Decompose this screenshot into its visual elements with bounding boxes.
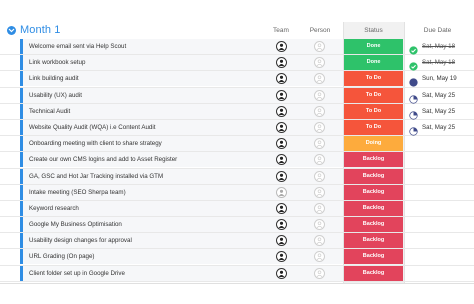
person-placeholder-icon[interactable] — [314, 267, 325, 279]
status-cell[interactable]: To Do — [344, 103, 403, 119]
status-cell[interactable]: Backlog — [344, 265, 403, 281]
status-cell[interactable]: Backlog — [344, 184, 403, 200]
table-row[interactable]: GA, GSC and Hot Jar Tracking installed v… — [0, 168, 474, 185]
due-date-empty-cell[interactable] — [404, 169, 474, 184]
table-row[interactable]: Welcome email sent via Help Scout Done Sat… — [0, 39, 474, 56]
table-row[interactable]: Onboarding meeting with client to share … — [0, 136, 474, 153]
item-name[interactable]: Link workbook setup — [29, 59, 85, 66]
status-cell[interactable]: Backlog — [344, 200, 403, 216]
status-cell[interactable]: To Do — [344, 87, 403, 103]
item-name[interactable]: Technical Audit — [29, 108, 70, 115]
status-cell[interactable]: Backlog — [344, 217, 403, 233]
due-date-empty-cell[interactable] — [404, 136, 474, 151]
column-header-person[interactable]: Person — [306, 27, 334, 34]
table-row[interactable]: Link workbook setup Done Sat, May 18 — [0, 55, 474, 72]
check-circle-icon — [409, 42, 418, 55]
item-name[interactable]: Usability (UX) audit — [29, 92, 82, 99]
team-avatar-icon[interactable] — [276, 89, 287, 101]
item-name[interactable]: Google My Business Optimisation — [29, 221, 122, 228]
group-rows: Welcome email sent via Help Scout Done Sat… — [0, 39, 474, 282]
due-date[interactable]: Sat, May 25 — [422, 92, 455, 99]
item-name[interactable]: Intake meeting (SEO Sherpa team) — [29, 189, 126, 196]
status-cell[interactable]: Backlog — [344, 249, 403, 265]
item-name[interactable]: Usability design changes for approval — [29, 237, 132, 244]
due-date[interactable]: Sat, May 25 — [422, 108, 455, 115]
deadline-progress-partial-icon — [409, 91, 418, 104]
column-header-due-date[interactable]: Due Date — [410, 27, 465, 34]
status-cell[interactable]: Backlog — [344, 168, 403, 184]
deadline-progress-partial-icon — [409, 107, 418, 120]
column-header-status[interactable]: Status — [344, 27, 403, 34]
status-cell[interactable]: Done — [344, 39, 403, 54]
item-name[interactable]: Website Quality Audit (WQA) i.e Content … — [29, 124, 155, 131]
due-date[interactable]: Sat, May 18 — [422, 43, 455, 50]
person-placeholder-icon[interactable] — [314, 170, 325, 182]
team-avatar-icon[interactable] — [276, 41, 287, 52]
due-date-empty-cell[interactable] — [404, 249, 474, 264]
status-cell[interactable]: To Do — [344, 119, 403, 135]
table-row[interactable]: URL Grading (On page) Backlog — [0, 249, 474, 266]
table-row[interactable]: Intake meeting (SEO Sherpa team) Backlog — [0, 184, 474, 201]
team-avatar-icon[interactable] — [276, 121, 287, 133]
table-row[interactable]: Create our own CMS logins and add to Ass… — [0, 152, 474, 169]
table-row[interactable]: Client folder set up in Google Drive Back… — [0, 265, 474, 282]
status-cell[interactable]: Done — [344, 55, 403, 71]
check-circle-icon — [409, 58, 418, 71]
due-date-empty-cell[interactable] — [404, 152, 474, 167]
table-row[interactable]: Keyword research Backlog — [0, 200, 474, 218]
item-name[interactable]: Create our own CMS logins and add to Ass… — [29, 156, 177, 163]
person-placeholder-icon[interactable] — [314, 219, 325, 231]
item-name[interactable]: Welcome email sent via Help Scout — [29, 43, 126, 50]
item-name[interactable]: Client folder set up in Google Drive — [29, 270, 125, 277]
team-avatar-icon[interactable] — [276, 186, 287, 198]
person-placeholder-icon[interactable] — [314, 105, 325, 117]
status-cell[interactable]: Backlog — [344, 233, 403, 249]
due-date-empty-cell[interactable] — [404, 217, 474, 232]
table-row[interactable]: Technical Audit To Do Sat, May 25 — [0, 103, 474, 120]
due-date[interactable]: Sat, May 25 — [422, 124, 455, 131]
table-row[interactable]: Google My Business Optimisation Backlog — [0, 217, 474, 234]
item-name[interactable]: GA, GSC and Hot Jar Tracking installed v… — [29, 173, 163, 180]
deadline-progress-full-icon — [409, 74, 418, 88]
chevron-down-icon — [8, 28, 15, 33]
status-cell[interactable]: To Do — [344, 71, 403, 87]
group-title[interactable]: Month 1 — [20, 24, 60, 36]
column-header-team[interactable]: Team — [270, 27, 292, 34]
table-row[interactable]: Usability (UX) audit To Do Sat, May 25 — [0, 87, 474, 104]
person-placeholder-icon[interactable] — [314, 89, 325, 101]
item-name[interactable]: Link building audit — [29, 75, 79, 82]
team-avatar-icon[interactable] — [276, 105, 287, 117]
divider — [0, 283, 474, 284]
person-placeholder-icon[interactable] — [314, 202, 325, 214]
team-avatar-icon[interactable] — [276, 170, 287, 182]
person-placeholder-icon[interactable] — [314, 41, 325, 52]
board: Month 1 Team Person Status Due Date Welc… — [0, 0, 474, 304]
due-date-empty-cell[interactable] — [404, 201, 474, 216]
due-date-empty-cell[interactable] — [404, 233, 474, 248]
team-avatar-icon[interactable] — [276, 267, 287, 279]
team-avatar-icon[interactable] — [276, 219, 287, 231]
deadline-progress-partial-icon — [409, 123, 418, 136]
item-name[interactable]: Keyword research — [29, 205, 79, 212]
table-row[interactable]: Link building audit To Do Sun, May 19 — [0, 71, 474, 88]
row-background — [23, 103, 343, 119]
status-cell[interactable]: Doing — [344, 136, 403, 152]
group-header: Month 1 Team Person Status Due Date — [0, 24, 474, 38]
item-name[interactable]: Onboarding meeting with client to share … — [29, 140, 162, 147]
due-date-empty-cell[interactable] — [404, 185, 474, 200]
item-name[interactable]: URL Grading (On page) — [29, 253, 94, 260]
collapse-group-button[interactable] — [7, 26, 16, 35]
person-placeholder-icon[interactable] — [314, 121, 325, 133]
table-row[interactable]: Usability design changes for approval Bac… — [0, 233, 474, 250]
due-date[interactable]: Sat, May 18 — [422, 59, 455, 66]
due-date[interactable]: Sun, May 19 — [422, 75, 457, 82]
person-placeholder-icon[interactable] — [314, 186, 325, 198]
due-date-empty-cell[interactable] — [404, 266, 474, 281]
table-row[interactable]: Website Quality Audit (WQA) i.e Content … — [0, 119, 474, 137]
status-cell[interactable]: Backlog — [344, 152, 403, 168]
team-avatar-icon[interactable] — [276, 202, 287, 214]
